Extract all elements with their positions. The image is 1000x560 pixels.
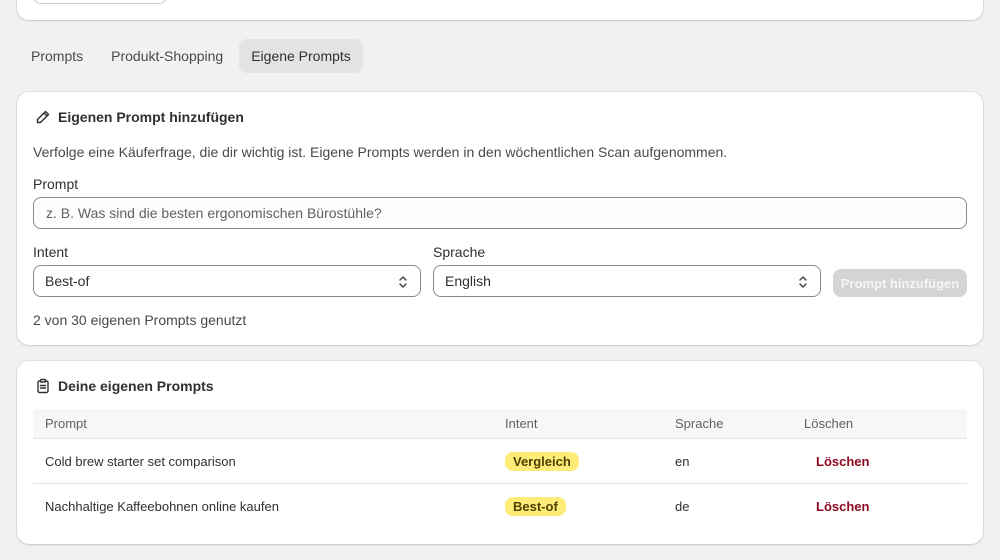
custom-prompts-header: Deine eigenen Prompts (35, 378, 214, 394)
add-prompt-button[interactable]: Prompt hinzufügen (833, 269, 967, 297)
language-select[interactable]: English (433, 265, 821, 297)
intent-badge: Best-of (505, 497, 566, 516)
custom-prompts-table: Prompt Intent Sprache Löschen Cold brew … (33, 409, 967, 529)
tab-bar: Prompts Produkt-Shopping Eigene Prompts (19, 39, 363, 73)
row-prompt: Cold brew starter set comparison (45, 453, 236, 469)
language-select-value: English (445, 273, 491, 289)
row-delete: Löschen (804, 484, 869, 529)
column-header-language: Sprache (675, 416, 724, 431)
row-language: de (675, 499, 690, 514)
delete-button[interactable]: Löschen (804, 499, 869, 514)
table-row: Cold brew starter set comparison Verglei… (33, 439, 967, 484)
intent-label: Intent (33, 244, 69, 260)
tab-eigene-prompts[interactable]: Eigene Prompts (239, 39, 363, 73)
language-label: Sprache (433, 244, 486, 260)
table-row: Nachhaltige Kaffeebohnen online kaufen B… (33, 484, 967, 529)
clipboard-icon (35, 378, 51, 394)
row-intent: Vergleich (505, 439, 579, 483)
custom-prompts-card: Deine eigenen Prompts Prompt Intent Spra… (17, 361, 983, 544)
prompt-input[interactable] (33, 197, 967, 229)
add-prompt-description: Verfolge eine Käuferfrage, die dir wicht… (33, 144, 728, 160)
add-prompt-header: Eigenen Prompt hinzufügen (35, 109, 244, 125)
select-chevron-icon (396, 274, 410, 290)
add-prompt-title: Eigenen Prompt hinzufügen (58, 109, 244, 125)
row-delete: Löschen (804, 439, 869, 483)
column-header-intent: Intent (505, 416, 538, 431)
previous-card (17, 0, 983, 20)
column-header-delete: Löschen (804, 416, 854, 431)
row-prompt: Nachhaltige Kaffeebohnen online kaufen (45, 499, 279, 514)
row-intent: Best-of (505, 484, 566, 529)
tab-produkt-shopping[interactable]: Produkt-Shopping (99, 39, 235, 73)
intent-select-value: Best-of (45, 273, 90, 289)
prompt-usage-text: 2 von 30 eigenen Prompts genutzt (33, 312, 247, 328)
custom-prompts-title: Deine eigenen Prompts (58, 378, 214, 394)
previous-card-control[interactable] (33, 0, 167, 4)
delete-button[interactable]: Löschen (804, 454, 869, 469)
intent-select[interactable]: Best-of (33, 265, 421, 297)
add-prompt-card: Eigenen Prompt hinzufügen Verfolge eine … (17, 92, 983, 345)
row-language: en (675, 453, 690, 469)
intent-badge: Vergleich (505, 451, 579, 471)
select-chevron-icon (796, 274, 810, 290)
prompt-label: Prompt (33, 176, 79, 192)
column-header-prompt: Prompt (45, 416, 87, 431)
tab-prompts[interactable]: Prompts (19, 39, 95, 73)
table-header: Prompt Intent Sprache Löschen (33, 409, 967, 439)
pencil-icon (35, 109, 51, 125)
